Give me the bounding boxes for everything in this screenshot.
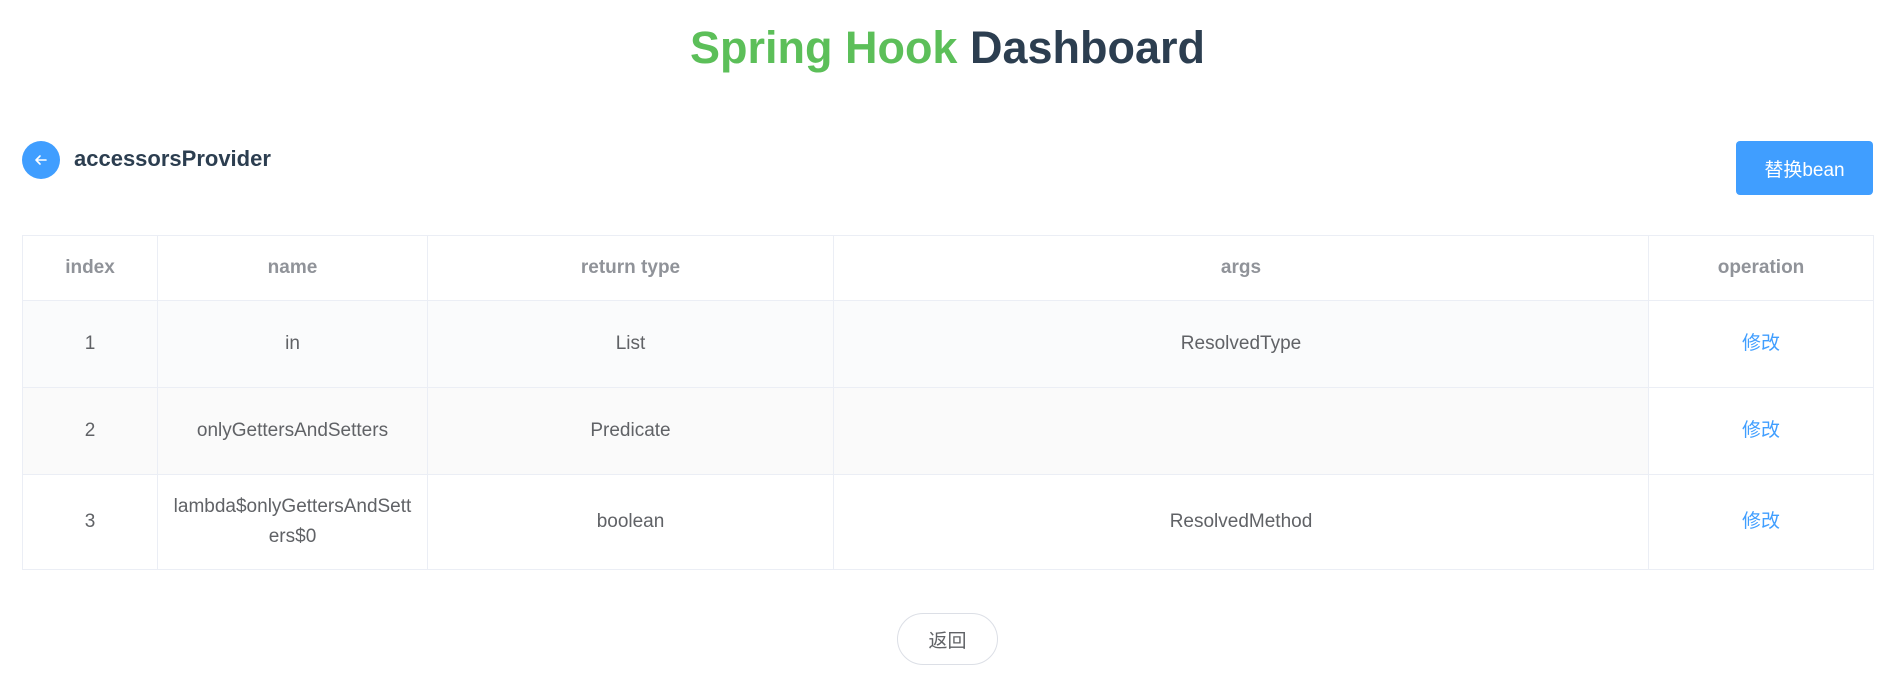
cell-name: onlyGettersAndSetters [157,387,428,475]
cell-args [833,387,1649,475]
column-header-operation: operation [1648,235,1874,301]
table-row: 1 in List ResolvedType 修改 [22,300,1874,388]
cell-operation: 修改 [1648,474,1874,570]
cell-index: 3 [22,474,158,570]
cell-args: ResolvedType [833,300,1649,388]
table-header-row: index name return type args operation [22,235,1874,301]
methods-table: index name return type args operation 1 … [22,235,1874,570]
cell-index: 2 [22,387,158,475]
cell-return-type: Predicate [427,387,834,475]
cell-args: ResolvedMethod [833,474,1649,570]
page-title: Spring Hook Dashboard [0,20,1895,76]
cell-operation: 修改 [1648,387,1874,475]
edit-link[interactable]: 修改 [1742,511,1780,532]
title-green-part: Spring Hook [689,22,958,73]
title-dark-part: Dashboard [969,22,1206,73]
bean-name: accessorsProvider [74,146,271,171]
replace-bean-button[interactable]: 替换bean [1736,141,1873,195]
column-header-index: index [22,235,158,301]
arrow-left-icon [35,155,47,165]
cell-return-type: List [427,300,834,388]
page: Spring Hook Dashboard accessorsProvider … [0,0,1895,689]
cell-return-type: boolean [427,474,834,570]
edit-link[interactable]: 修改 [1742,420,1780,441]
column-header-return-type: return type [427,235,834,301]
column-header-name: name [157,235,428,301]
cell-name: lambda$onlyGettersAndSetters$0 [157,474,428,570]
back-button[interactable] [22,141,60,179]
cell-operation: 修改 [1648,300,1874,388]
return-button[interactable]: 返回 [897,613,998,665]
column-header-args: args [833,235,1649,301]
cell-index: 1 [22,300,158,388]
table-row: 3 lambda$onlyGettersAndSetters$0 boolean… [22,474,1874,570]
table-row: 2 onlyGettersAndSetters Predicate 修改 [22,387,1874,475]
cell-name: in [157,300,428,388]
edit-link[interactable]: 修改 [1742,333,1780,354]
